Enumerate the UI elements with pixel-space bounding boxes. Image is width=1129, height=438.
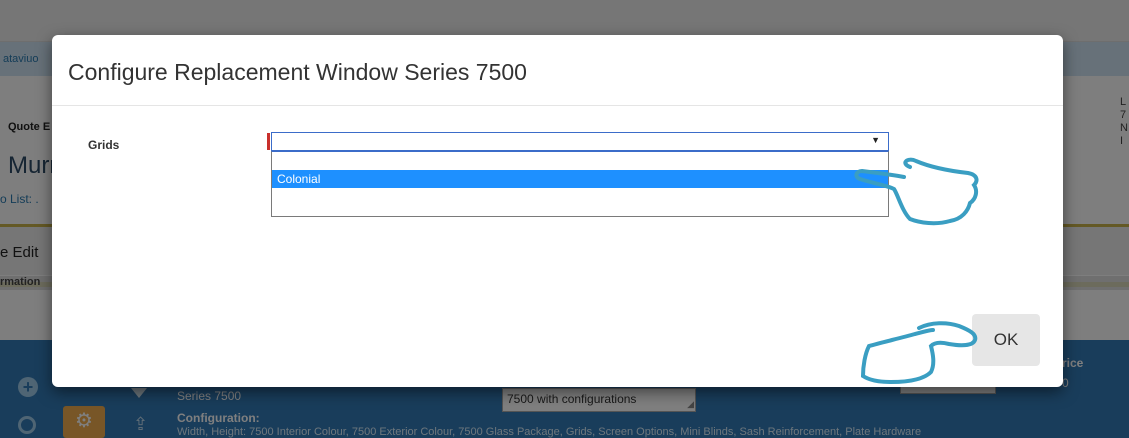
grids-dropdown-list: Colonial [271,151,889,217]
dropdown-option-colonial[interactable]: Colonial [272,170,888,188]
hand-pointer-icon [854,157,979,226]
dropdown-option-empty[interactable] [272,152,888,170]
chevron-down-icon: ▼ [871,135,880,145]
modal-title: Configure Replacement Window Series 7500 [68,59,527,85]
dropdown-option-empty[interactable] [272,188,888,206]
required-indicator [267,133,270,150]
grids-label: Grids [88,138,120,152]
modal-header: Configure Replacement Window Series 7500 [52,35,1063,106]
grids-select[interactable]: ▼ [271,132,889,151]
hand-pointer-icon [860,321,978,385]
